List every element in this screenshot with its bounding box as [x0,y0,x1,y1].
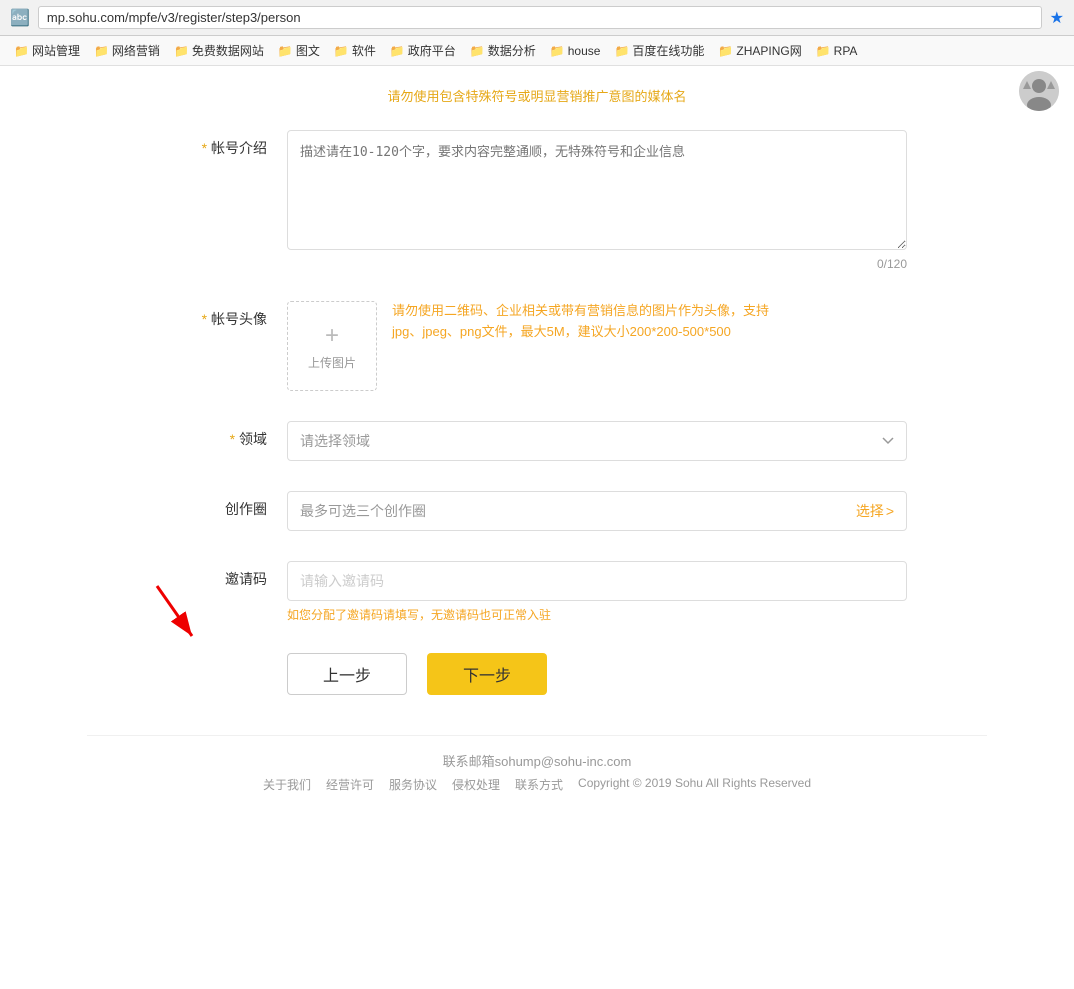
bookmark-website-mgmt[interactable]: 📁 网站管理 [8,40,86,61]
footer-copyright: Copyright © 2019 Sohu All Rights Reserve… [578,776,811,793]
invite-code-hint: 如您分配了邀请码请填写，无邀请码也可正常入驻 [287,606,907,623]
creation-circle-row: 创作圈 最多可选三个创作圈 选择 > [167,491,907,531]
footer-link-infringement[interactable]: 侵权处理 [452,776,500,793]
bookmark-software[interactable]: 📁 软件 [328,40,382,61]
folder-icon: 📁 [334,44,349,58]
arrow-annotation [137,576,217,656]
footer-link-license[interactable]: 经营许可 [326,776,374,793]
invite-code-input[interactable] [287,561,907,601]
account-intro-row: 帐号介绍 0/120 [167,130,907,271]
domain-select[interactable]: 请选择领域 [287,421,907,461]
upload-label: 上传图片 [308,354,356,371]
account-intro-textarea[interactable] [287,130,907,250]
bookmarks-bar: 📁 网站管理 📁 网络营销 📁 免费数据网站 📁 图文 📁 软件 📁 政府平台 … [0,36,1074,66]
warning-text: 请勿使用包含特殊符号或明显营销推广意图的媒体名 [167,86,907,105]
account-intro-label: 帐号介绍 [167,130,267,158]
bookmark-data-analysis[interactable]: 📁 数据分析 [464,40,542,61]
footer-link-about[interactable]: 关于我们 [263,776,311,793]
creation-circle-placeholder: 最多可选三个创作圈 [300,501,856,521]
bookmark-star-icon[interactable]: ★ [1050,8,1064,28]
creation-circle-select[interactable]: 最多可选三个创作圈 选择 > [287,491,907,531]
folder-icon: 📁 [816,44,831,58]
domain-label: 领域 [167,421,267,449]
invite-code-wrap: 如您分配了邀请码请填写，无邀请码也可正常入驻 [287,561,907,623]
account-avatar-label: 帐号头像 [167,301,267,329]
upload-hint: 请勿使用二维码、企业相关或带有营销信息的图片作为头像，支持jpg、jpeg、pn… [392,301,772,343]
bookmark-network-marketing[interactable]: 📁 网络营销 [88,40,166,61]
folder-icon: 📁 [614,44,629,58]
browser-address-bar: 🔤 mp.sohu.com/mpfe/v3/register/step3/per… [0,0,1074,36]
chevron-right-icon: > [886,503,894,519]
folder-icon: 📁 [550,44,565,58]
folder-icon: 📁 [94,44,109,58]
bookmark-free-data[interactable]: 📁 免费数据网站 [168,40,270,61]
upload-plus-icon: + [325,322,339,350]
avatar-upload-area: + 上传图片 请勿使用二维码、企业相关或带有营销信息的图片作为头像，支持jpg、… [287,301,907,391]
next-button[interactable]: 下一步 [427,653,547,695]
url-input[interactable]: mp.sohu.com/mpfe/v3/register/step3/perso… [38,6,1042,29]
folder-icon: 📁 [174,44,189,58]
avatar[interactable] [1019,71,1059,111]
footer-contact: 联系邮箱sohump@sohu-inc.com [102,751,972,770]
bookmark-zhaping[interactable]: 📁 ZHAPING网 [712,40,807,61]
page-footer: 联系邮箱sohump@sohu-inc.com 关于我们 经营许可 服务协议 侵… [87,735,987,808]
footer-link-contact[interactable]: 联系方式 [515,776,563,793]
footer-link-service[interactable]: 服务协议 [389,776,437,793]
bookmark-gov-platform[interactable]: 📁 政府平台 [384,40,462,61]
page-content: 请勿使用包含特殊符号或明显营销推广意图的媒体名 帐号介绍 0/120 帐号头像 [87,66,987,848]
folder-icon: 📁 [390,44,405,58]
btn-row: 上一步 下一步 [167,653,907,695]
bookmark-baidu-online[interactable]: 📁 百度在线功能 [608,40,710,61]
folder-icon: 📁 [278,44,293,58]
account-intro-wrap: 0/120 [287,130,907,271]
domain-row: 领域 请选择领域 [167,421,907,461]
account-avatar-row: 帐号头像 + 上传图片 请勿使用二维码、企业相关或带有营销信息的图片作为头像，支… [167,301,907,391]
upload-box[interactable]: + 上传图片 [287,301,377,391]
folder-icon: 📁 [470,44,485,58]
translate-icon[interactable]: 🔤 [10,8,30,28]
textarea-counter: 0/120 [287,257,907,271]
bookmark-house[interactable]: 📁 house [544,42,607,60]
bookmark-graphic[interactable]: 📁 图文 [272,40,326,61]
domain-wrap: 请选择领域 [287,421,907,461]
bookmark-rpa[interactable]: 📁 RPA [810,42,864,60]
prev-button[interactable]: 上一步 [287,653,407,695]
account-avatar-wrap: + 上传图片 请勿使用二维码、企业相关或带有营销信息的图片作为头像，支持jpg、… [287,301,907,391]
folder-icon: 📁 [14,44,29,58]
invite-code-row: 邀请码 如您分配了邀请码请填写，无邀请码也可正常入驻 [167,561,907,623]
creation-circle-btn[interactable]: 选择 > [856,501,894,521]
creation-circle-wrap: 最多可选三个创作圈 选择 > [287,491,907,531]
footer-links: 关于我们 经营许可 服务协议 侵权处理 联系方式 Copyright © 201… [102,776,972,793]
creation-circle-label: 创作圈 [167,491,267,519]
folder-icon: 📁 [718,44,733,58]
